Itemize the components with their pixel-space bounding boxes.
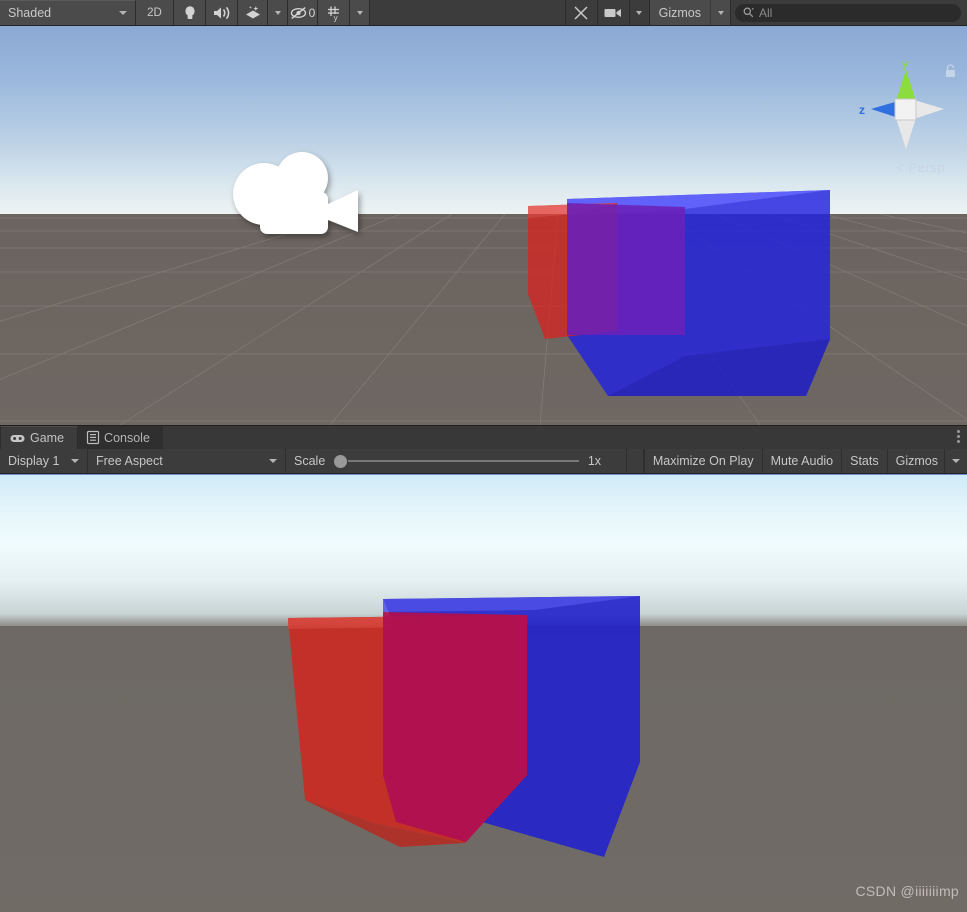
chevron-down-icon <box>71 459 79 463</box>
display-label: Display 1 <box>8 454 60 468</box>
game-gizmos-button[interactable]: Gizmos <box>886 449 944 473</box>
chevron-down-icon <box>119 11 127 15</box>
game-panel-tabbar: Game Console <box>0 425 967 449</box>
scene-fx-dropdown[interactable] <box>268 0 288 25</box>
console-log-icon <box>86 430 100 445</box>
effects-icon <box>245 6 260 19</box>
hidden-objects-toggle[interactable]: 0 <box>288 0 318 25</box>
chevron-down-icon <box>274 10 281 15</box>
camera-gizmo-icon[interactable] <box>230 146 365 246</box>
scene-search-field[interactable]: All <box>735 3 961 22</box>
scene-fx-toggle[interactable] <box>238 0 268 25</box>
gamepad-icon <box>10 434 25 442</box>
stats-button[interactable]: Stats <box>841 449 887 473</box>
lightbulb-icon <box>184 5 195 19</box>
svg-text:y: y <box>333 13 337 22</box>
mute-audio-label: Mute Audio <box>770 454 834 468</box>
gizmo-axis-z-label: z <box>859 103 865 117</box>
tab-game-label: Game <box>30 431 65 445</box>
eye-slash-icon <box>290 6 306 19</box>
maximize-on-play-label: Maximize On Play <box>652 454 754 468</box>
kebab-menu-icon[interactable] <box>957 430 960 443</box>
projection-mode-text: Persp <box>908 160 945 175</box>
scene-search-placeholder: All <box>759 5 773 20</box>
display-dropdown[interactable]: Display 1 <box>0 449 88 473</box>
toggle-2d-button[interactable]: 2D <box>136 0 174 25</box>
hidden-objects-count: 0 <box>308 5 316 20</box>
scale-value: 1x <box>587 454 602 468</box>
scene-audio-toggle[interactable] <box>206 0 238 25</box>
aspect-ratio-dropdown[interactable]: Free Aspect <box>88 449 286 473</box>
stats-label: Stats <box>850 454 879 468</box>
scene-gizmos-label: Gizmos <box>658 5 701 20</box>
chevron-down-icon <box>952 459 960 463</box>
mute-audio-button[interactable]: Mute Audio <box>761 449 842 473</box>
chevron-down-icon <box>269 459 277 463</box>
lock-icon[interactable] <box>944 64 957 78</box>
speaker-icon <box>213 6 229 19</box>
draw-mode-dropdown[interactable]: Shaded <box>0 0 136 25</box>
chevron-down-icon <box>356 10 363 15</box>
scale-slider-knob[interactable] <box>334 454 348 468</box>
maximize-on-play-button[interactable]: Maximize On Play <box>643 449 762 473</box>
scene-projection-label[interactable]: < Persp <box>896 160 945 175</box>
search-icon <box>743 7 754 18</box>
scene-cubes <box>528 190 830 396</box>
aspect-label: Free Aspect <box>96 454 163 468</box>
scene-gizmos-dropdown[interactable] <box>711 0 731 25</box>
scale-slider-track <box>348 460 579 462</box>
unity-editor-window: Shaded 2D 0 y Gizmos All y z < Persp Gam… <box>0 0 967 912</box>
scene-view[interactable]: y z < Persp <box>0 26 967 425</box>
orientation-gizmo[interactable]: y z <box>849 52 959 177</box>
game-view-toolbar: Display 1 Free Aspect Scale 1x Maximize … <box>0 449 967 474</box>
tab-game[interactable]: Game <box>0 426 79 449</box>
draw-mode-label: Shaded <box>8 6 52 20</box>
scale-control[interactable]: Scale 1x <box>286 449 627 473</box>
scene-camera-dropdown[interactable] <box>629 0 650 25</box>
camera-icon <box>604 8 622 17</box>
game-gizmos-dropdown[interactable] <box>944 449 967 473</box>
scale-label: Scale <box>294 454 326 468</box>
overlap-region <box>567 203 685 335</box>
chevron-down-icon <box>636 10 643 15</box>
toggle-2d-label: 2D <box>147 6 162 19</box>
tab-console-label: Console <box>104 430 150 445</box>
gizmo-axis-y-label: y <box>902 56 909 71</box>
game-cubes <box>288 596 640 857</box>
chevron-down-icon <box>717 10 724 15</box>
scene-camera-settings-button[interactable] <box>597 0 630 25</box>
game-toolbar-spacer <box>627 449 644 473</box>
scene-view-toolbar: Shaded 2D 0 y Gizmos All <box>0 0 967 26</box>
csdn-watermark: CSDN @iiiiiiimp <box>855 883 959 899</box>
game-gizmos-label: Gizmos <box>895 454 938 468</box>
tab-console[interactable]: Console <box>78 426 163 449</box>
tools-icon <box>574 5 588 20</box>
game-view[interactable]: CSDN @iiiiiiimp <box>0 474 967 912</box>
toolbar-spacer <box>370 0 566 25</box>
grid-snap-toggle[interactable]: y <box>318 0 350 25</box>
scale-slider[interactable] <box>334 454 579 468</box>
grid-snap-dropdown[interactable] <box>350 0 370 25</box>
scene-tools-button[interactable] <box>565 0 598 25</box>
grid-snap-icon: y <box>327 6 339 22</box>
scene-gizmos-button[interactable]: Gizmos <box>649 0 711 25</box>
scene-lighting-toggle[interactable] <box>174 0 206 25</box>
